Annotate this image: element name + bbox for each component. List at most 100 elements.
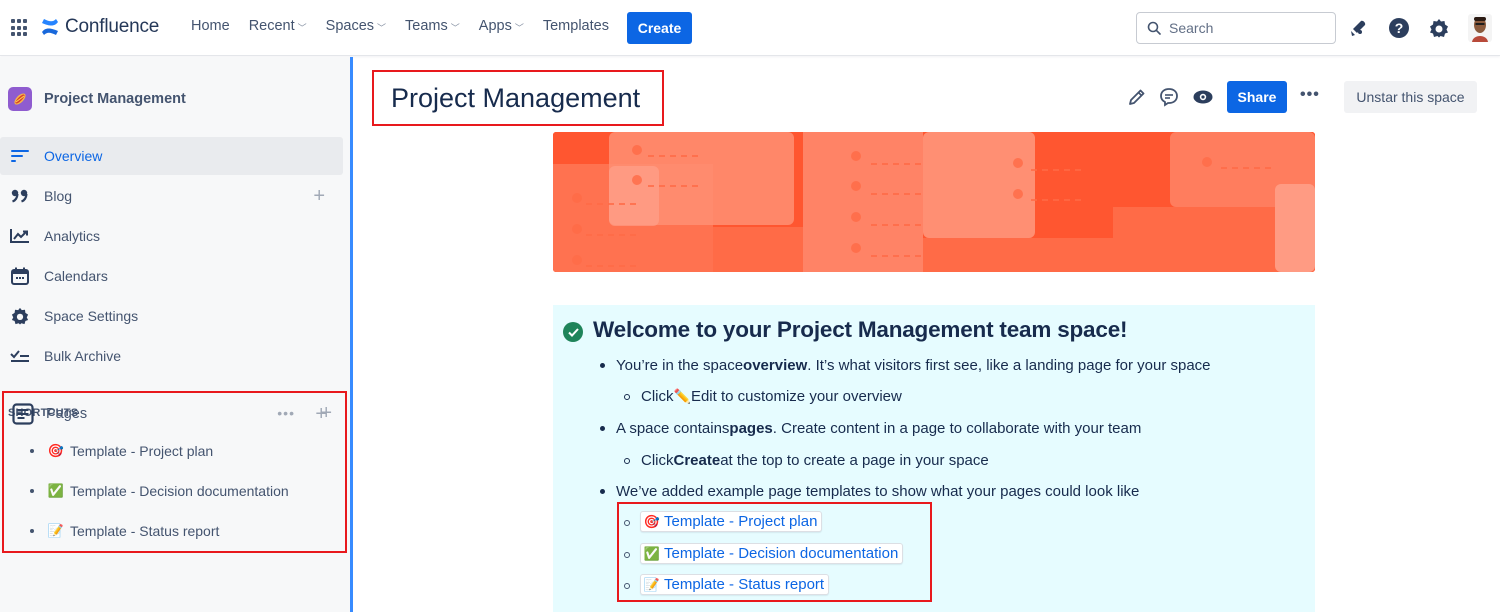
sidebar-item-space-settings[interactable]: Space Settings	[0, 297, 343, 335]
target-icon: 🎯	[47, 443, 65, 458]
sidebar-item-blog[interactable]: Blog +	[0, 177, 343, 215]
check-mark-icon: ✅	[643, 545, 661, 561]
page-tree-label: Template - Project plan	[70, 443, 214, 459]
nav-templates[interactable]: Templates	[543, 18, 609, 34]
space-header[interactable]: Project Management	[8, 87, 186, 111]
sidebar-item-label: Overview	[44, 148, 103, 164]
check-mark-icon: ✅	[47, 483, 65, 498]
sidebar-item-label: Bulk Archive	[44, 348, 122, 364]
unstar-space-button[interactable]: Unstar this space	[1344, 81, 1477, 113]
overview-icon	[10, 146, 30, 166]
search-input[interactable]	[1169, 20, 1319, 36]
primary-nav: Home Recent ﹀ Spaces ﹀ Teams ﹀ Apps ﹀ Templa…	[191, 18, 628, 34]
confluence-logo-icon	[42, 19, 58, 35]
more-actions-button[interactable]: •••	[1300, 86, 1320, 104]
chevron-down-icon: ﹀	[297, 22, 307, 33]
add-page-button[interactable]: +	[315, 404, 327, 424]
bold-text: overview	[743, 357, 808, 374]
search-box[interactable]	[1136, 12, 1336, 44]
nav-teams[interactable]: Teams ﹀	[405, 18, 460, 34]
analytics-icon	[10, 226, 30, 246]
product-name: Confluence	[65, 16, 160, 37]
chevron-down-icon: ﹀	[514, 22, 524, 33]
sidebar-item-analytics[interactable]: Analytics	[0, 217, 343, 255]
bullet	[600, 489, 605, 494]
nav-templates-label: Templates	[542, 18, 609, 34]
page-tree-label: Template - Decision documentation	[70, 483, 289, 499]
text: Click	[641, 388, 674, 405]
text: A space contains	[616, 420, 730, 437]
text: . It’s what visitors first see, like a l…	[807, 357, 1211, 374]
bold-text: pages	[729, 420, 773, 437]
success-check-icon	[563, 322, 583, 342]
text: Click	[641, 452, 674, 469]
text: at the top to create a page in your spac…	[720, 452, 989, 469]
sidebar-resize-handle[interactable]	[350, 57, 353, 612]
space-name: Project Management	[44, 91, 186, 107]
nav-recent-label: Recent	[248, 18, 295, 34]
top-navigation: Confluence Home Recent ﹀ Spaces ﹀ Teams ﹀ A…	[0, 0, 1500, 56]
edit-icon[interactable]	[1126, 86, 1148, 108]
welcome-title: Welcome to your Project Management team …	[593, 317, 1128, 342]
page-tree-item[interactable]: 📝 Template - Status report	[30, 523, 219, 539]
add-blog-button[interactable]: +	[313, 186, 325, 206]
text: Edit to customize your overview	[690, 388, 902, 405]
chevron-down-icon: ﹀	[450, 22, 460, 33]
nav-teams-label: Teams	[405, 18, 448, 34]
welcome-bullet-1: You’re in the space overview. It’s what …	[600, 357, 1211, 374]
memo-icon: 📝	[47, 523, 65, 538]
page-tree-item[interactable]: ✅ Template - Decision documentation	[30, 483, 289, 499]
text: You’re in the space	[616, 357, 744, 374]
bullet	[624, 520, 630, 526]
create-button[interactable]: Create	[627, 12, 692, 44]
confluence-logo[interactable]: Confluence	[40, 16, 159, 38]
sidebar-item-bulk-archive[interactable]: Bulk Archive	[0, 337, 343, 375]
sidebar-item-label: Space Settings	[44, 308, 139, 324]
sidebar-item-overview[interactable]: Overview	[0, 137, 343, 175]
pages-label: Pages	[46, 406, 88, 422]
nav-spaces[interactable]: Spaces ﹀	[326, 18, 386, 34]
pages-section-header[interactable]: Pages	[12, 403, 87, 425]
sidebar-item-label: Calendars	[44, 268, 108, 284]
pages-more-button[interactable]: •••	[277, 405, 295, 421]
welcome-bullet-3: We’ve added example page templates to sh…	[600, 483, 1139, 500]
bullet	[30, 489, 34, 493]
bullet	[600, 363, 605, 368]
bulk-archive-icon	[10, 346, 30, 366]
page-tree-item[interactable]: 🎯 Template - Project plan	[30, 443, 213, 459]
welcome-sub-bullet-2: Click Create at the top to create a page…	[624, 452, 989, 469]
template-link-project-plan[interactable]: 🎯 Template - Project plan	[640, 511, 823, 532]
nav-home-label: Home	[191, 18, 230, 34]
page-title: Project Management	[391, 82, 641, 113]
help-icon[interactable]: ?	[1387, 16, 1411, 40]
template-link-decision-documentation[interactable]: ✅ Template - Decision documentation	[640, 543, 904, 564]
pencil-icon: ✏️	[673, 388, 691, 404]
comment-icon[interactable]	[1158, 86, 1180, 108]
link-label: Template - Project plan	[664, 513, 818, 530]
bullet	[624, 457, 630, 464]
text: We’ve added example page templates to sh…	[616, 483, 1140, 500]
nav-apps[interactable]: Apps ﹀	[479, 18, 524, 34]
chevron-down-icon: ﹀	[377, 22, 387, 33]
template-link-status-report[interactable]: 📝 Template - Status report	[640, 574, 830, 595]
welcome-sub-bullet-1: Click ✏️ Edit to customize your overview	[624, 388, 902, 405]
page-tree-label: Template - Status report	[70, 523, 220, 539]
sidebar-item-calendars[interactable]: Calendars	[0, 257, 343, 295]
space-avatar-icon	[8, 87, 32, 111]
nav-recent[interactable]: Recent ﹀	[249, 18, 307, 34]
target-icon: 🎯	[643, 513, 661, 529]
text: . Create content in a page to collaborat…	[772, 420, 1142, 437]
nav-home[interactable]: Home	[191, 18, 230, 34]
watch-icon[interactable]	[1192, 86, 1214, 108]
search-icon	[1147, 21, 1161, 35]
calendar-icon	[10, 266, 30, 286]
bullet	[624, 583, 630, 589]
app-switcher-icon[interactable]	[11, 19, 29, 37]
bullet	[624, 552, 630, 558]
notifications-icon[interactable]	[1347, 16, 1371, 40]
link-label: Template - Decision documentation	[664, 545, 899, 562]
share-button[interactable]: Share	[1227, 81, 1287, 113]
user-avatar[interactable]	[1468, 14, 1492, 42]
settings-icon[interactable]	[1427, 16, 1451, 40]
svg-text:?: ?	[1395, 20, 1404, 36]
